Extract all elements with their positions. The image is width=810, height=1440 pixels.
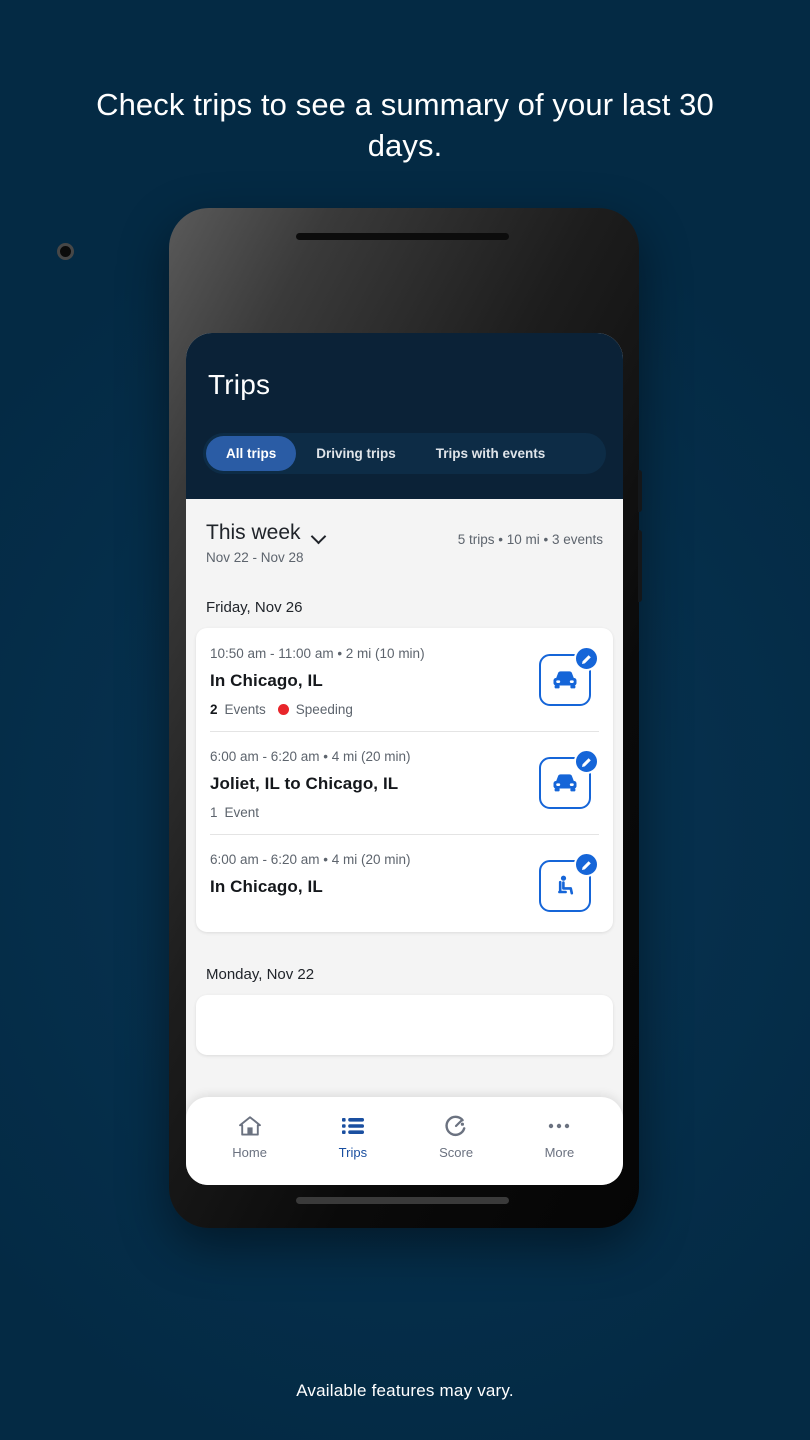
trip-events-count: 2 bbox=[210, 702, 218, 717]
trip-card-group-friday: 10:50 am - 11:00 am • 2 mi (10 min) In C… bbox=[196, 628, 613, 932]
trip-card-group-monday[interactable] bbox=[196, 995, 613, 1055]
period-stats: 5 trips • 10 mi • 3 events bbox=[457, 532, 603, 547]
edit-pencil-icon[interactable] bbox=[574, 749, 599, 774]
phone-earpiece-speaker bbox=[296, 233, 509, 240]
bottom-navigation-bar: Home Trips Score More bbox=[186, 1097, 623, 1185]
phone-side-button-volume bbox=[638, 470, 642, 512]
trips-list-scroll-area[interactable]: This week Nov 22 - Nov 28 5 trips • 10 m… bbox=[186, 499, 623, 1185]
trip-events-count: 1 bbox=[210, 805, 218, 820]
trip-events-summary: 1 Event bbox=[210, 805, 527, 820]
edit-pencil-glyph bbox=[581, 860, 591, 870]
nav-item-trips[interactable]: Trips bbox=[301, 1114, 404, 1160]
trip-row[interactable]: 6:00 am - 6:20 am • 4 mi (20 min) In Chi… bbox=[196, 834, 613, 926]
edit-pencil-icon[interactable] bbox=[574, 852, 599, 877]
trip-mode-icon-group[interactable] bbox=[537, 850, 599, 912]
trip-row[interactable]: 6:00 am - 6:20 am • 4 mi (20 min) Joliet… bbox=[196, 731, 613, 834]
phone-home-indicator bbox=[296, 1197, 509, 1204]
nav-label-trips: Trips bbox=[338, 1145, 368, 1160]
trip-time-distance: 6:00 am - 6:20 am • 4 mi (20 min) bbox=[210, 749, 411, 764]
more-dots-icon bbox=[546, 1114, 572, 1138]
nav-item-score[interactable]: Score bbox=[405, 1114, 508, 1160]
app-header: Trips All trips Driving trips Trips with… bbox=[186, 333, 623, 499]
nav-item-home[interactable]: Home bbox=[198, 1114, 301, 1160]
trip-events-label: Event bbox=[224, 805, 260, 820]
list-icon bbox=[340, 1114, 366, 1138]
gauge-icon-glyph bbox=[445, 1115, 466, 1137]
nav-label-score: Score bbox=[439, 1145, 474, 1160]
trip-mode-icon-group[interactable] bbox=[537, 644, 599, 706]
home-icon bbox=[237, 1114, 263, 1138]
trip-row[interactable]: 10:50 am - 11:00 am • 2 mi (10 min) In C… bbox=[196, 628, 613, 731]
tab-all-trips[interactable]: All trips bbox=[206, 436, 297, 471]
more-dots-icon-glyph bbox=[549, 1123, 570, 1129]
home-icon-glyph bbox=[238, 1116, 261, 1136]
phone-front-camera bbox=[57, 243, 74, 260]
passenger-seat-glyph bbox=[558, 875, 574, 895]
period-selector[interactable]: This week Nov 22 - Nov 28 bbox=[206, 521, 326, 565]
trip-events-summary: 2 Events Speeding bbox=[210, 702, 527, 717]
gauge-icon bbox=[443, 1114, 469, 1138]
period-date-range: Nov 22 - Nov 28 bbox=[206, 550, 304, 565]
tab-trips-with-events[interactable]: Trips with events bbox=[416, 436, 566, 471]
edit-pencil-glyph bbox=[581, 757, 591, 767]
page-title: Trips bbox=[208, 369, 271, 400]
car-icon-glyph bbox=[553, 774, 577, 792]
event-severity-dot-icon bbox=[277, 704, 289, 715]
trip-mode-icon-group[interactable] bbox=[537, 747, 599, 809]
phone-side-button-power bbox=[638, 530, 642, 602]
chevron-down-icon[interactable] bbox=[312, 531, 326, 540]
day-group-heading-friday: Friday, Nov 26 bbox=[206, 599, 303, 616]
trip-location: In Chicago, IL bbox=[210, 671, 323, 690]
edit-pencil-icon[interactable] bbox=[574, 646, 599, 671]
promo-headline: Check trips to see a summary of your las… bbox=[96, 87, 714, 163]
period-label: This week bbox=[206, 521, 301, 544]
edit-pencil-glyph bbox=[581, 654, 591, 664]
car-icon-glyph bbox=[553, 671, 577, 689]
nav-label-more: More bbox=[544, 1145, 575, 1160]
nav-item-more[interactable]: More bbox=[508, 1114, 611, 1160]
trip-location: Joliet, IL to Chicago, IL bbox=[210, 774, 399, 793]
partially-visible-trip-card-wrapper bbox=[186, 995, 623, 1055]
trip-time-distance: 6:00 am - 6:20 am • 4 mi (20 min) bbox=[210, 852, 411, 867]
nav-label-home: Home bbox=[232, 1145, 267, 1160]
list-icon-glyph bbox=[341, 1118, 364, 1134]
promo-footnote: Available features may vary. bbox=[296, 1381, 514, 1400]
day-group-heading-monday: Monday, Nov 22 bbox=[206, 966, 315, 983]
trip-time-distance: 10:50 am - 11:00 am • 2 mi (10 min) bbox=[210, 646, 425, 661]
trip-events-label: Events bbox=[224, 702, 266, 717]
app-screen: Trips All trips Driving trips Trips with… bbox=[186, 333, 623, 1185]
period-summary-row: This week Nov 22 - Nov 28 5 trips • 10 m… bbox=[186, 499, 623, 565]
trip-event-type: Speeding bbox=[295, 702, 353, 717]
tab-driving-trips[interactable]: Driving trips bbox=[296, 436, 416, 471]
trip-location: In Chicago, IL bbox=[210, 877, 323, 896]
trip-filter-tabs: All trips Driving trips Trips with event… bbox=[203, 433, 606, 474]
